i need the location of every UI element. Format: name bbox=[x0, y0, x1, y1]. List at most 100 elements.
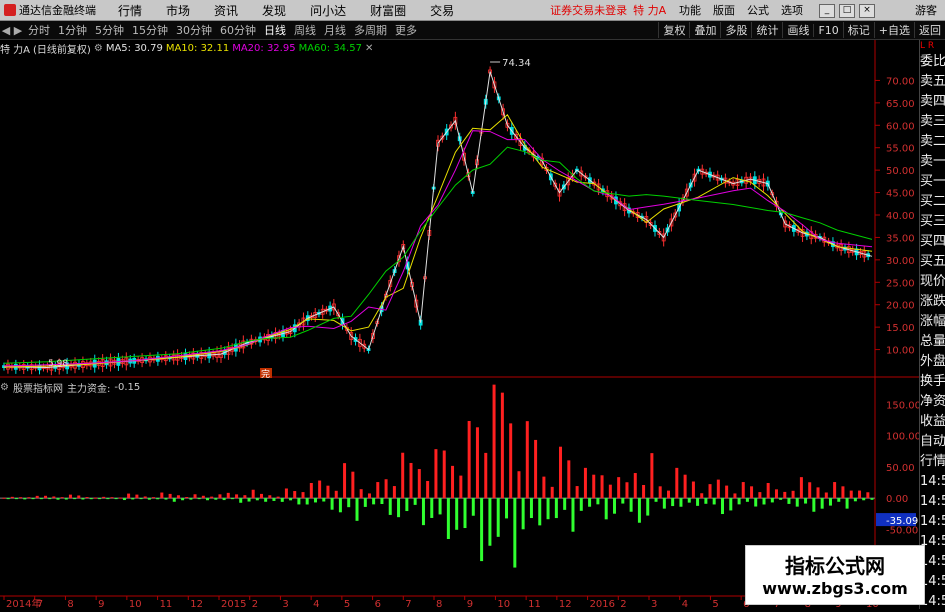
money-flow-bar bbox=[372, 498, 376, 505]
price-tick-label: 15.00 bbox=[886, 323, 915, 334]
indicator-tick-label: -50.00 bbox=[886, 525, 918, 536]
side-item: 自动 bbox=[920, 434, 945, 449]
money-flow-bar bbox=[791, 490, 795, 499]
money-flow-bar bbox=[430, 498, 434, 518]
money-flow-bar bbox=[388, 498, 392, 515]
money-flow-bar bbox=[98, 498, 102, 500]
money-flow-bar bbox=[596, 498, 600, 505]
money-flow-bar bbox=[359, 489, 363, 499]
money-flow-bar bbox=[326, 485, 330, 499]
money-flow-bar bbox=[754, 498, 758, 507]
money-flow-bar bbox=[64, 498, 68, 500]
side-item: 卖三 bbox=[920, 114, 945, 129]
money-flow-bar bbox=[500, 392, 504, 499]
money-flow-bar bbox=[401, 452, 405, 499]
time-tick-label: 7 bbox=[37, 599, 43, 609]
money-flow-bar bbox=[409, 462, 413, 499]
money-flow-bar bbox=[106, 498, 110, 500]
money-flow-bar bbox=[675, 467, 679, 499]
money-flow-bar bbox=[488, 498, 492, 546]
money-flow-bar bbox=[77, 495, 81, 499]
time-tick-label: 3 bbox=[282, 599, 288, 609]
price-tick-label: 45.00 bbox=[886, 189, 915, 200]
money-flow-bar bbox=[27, 497, 31, 499]
price-tick-label: 25.00 bbox=[886, 278, 915, 289]
money-flow-bar bbox=[131, 498, 135, 500]
money-flow-bar bbox=[438, 498, 442, 515]
money-flow-bar bbox=[774, 489, 778, 499]
money-flow-bar bbox=[704, 498, 708, 504]
price-tick-label: 55.00 bbox=[886, 144, 915, 155]
money-flow-bar bbox=[662, 498, 666, 509]
watermark: 指标公式网 www.zbgs3.com bbox=[745, 545, 925, 605]
price-tick-label: 20.00 bbox=[886, 301, 915, 312]
money-flow-bar bbox=[758, 492, 762, 499]
money-flow-bar bbox=[820, 498, 824, 509]
money-flow-bar bbox=[272, 498, 276, 501]
money-flow-bar bbox=[567, 460, 571, 499]
money-flow-bar bbox=[413, 498, 417, 505]
money-flow-bar bbox=[696, 498, 700, 506]
money-flow-bar bbox=[837, 498, 841, 502]
time-tick-label: 11 bbox=[160, 599, 173, 609]
side-item: 买三 bbox=[920, 214, 945, 229]
side-lr-toggle[interactable]: L R bbox=[920, 40, 945, 52]
money-flow-bar bbox=[841, 486, 845, 499]
money-flow-bar bbox=[513, 498, 517, 568]
money-flow-bar bbox=[505, 498, 509, 519]
side-item: 现价 bbox=[920, 274, 945, 289]
money-flow-bar bbox=[247, 498, 251, 502]
money-flow-bar bbox=[588, 498, 592, 507]
money-flow-bar bbox=[89, 498, 93, 500]
ma20-line bbox=[3, 130, 873, 367]
money-flow-bar bbox=[10, 496, 14, 499]
price-tick-label: 30.00 bbox=[886, 256, 915, 267]
money-flow-bar bbox=[467, 420, 471, 499]
money-flow-bar bbox=[808, 482, 812, 499]
money-flow-bar bbox=[309, 482, 313, 499]
chart-canvas[interactable]: 70.0065.0060.0055.0050.0045.0040.0035.00… bbox=[0, 0, 945, 609]
time-tick-label: 2015 bbox=[221, 599, 246, 609]
money-flow-bar bbox=[828, 498, 832, 506]
money-flow-bar bbox=[700, 493, 704, 499]
money-flow-bar bbox=[255, 498, 259, 501]
side-item: 买二 bbox=[920, 194, 945, 209]
price-tick-label: 35.00 bbox=[886, 233, 915, 244]
ma5-line bbox=[3, 71, 873, 369]
money-flow-bar bbox=[799, 477, 803, 499]
money-flow-bar bbox=[625, 482, 629, 499]
money-flow-bar bbox=[363, 498, 367, 507]
time-tick-label: 7 bbox=[405, 599, 411, 609]
money-flow-bar bbox=[538, 498, 542, 526]
money-flow-bar bbox=[604, 498, 608, 520]
money-flow-bar bbox=[351, 471, 355, 499]
money-flow-bar bbox=[608, 484, 612, 499]
money-flow-bar bbox=[301, 492, 305, 499]
money-flow-bar bbox=[642, 484, 646, 499]
money-flow-bar bbox=[39, 498, 43, 500]
money-flow-bar bbox=[787, 498, 791, 504]
money-flow-bar bbox=[866, 492, 870, 499]
money-flow-bar bbox=[455, 498, 459, 530]
money-flow-bar bbox=[392, 486, 396, 499]
money-flow-bar bbox=[451, 465, 455, 499]
money-flow-bar bbox=[56, 498, 60, 500]
money-flow-bar bbox=[330, 498, 334, 510]
price-tick-label: 10.00 bbox=[886, 346, 915, 357]
money-flow-bar bbox=[268, 495, 272, 499]
indicator-tick-label: 50.00 bbox=[886, 463, 915, 474]
money-flow-bar bbox=[542, 476, 546, 499]
money-flow-bar bbox=[534, 439, 538, 499]
side-item: 换手 bbox=[920, 374, 945, 389]
watermark-title: 指标公式网 bbox=[785, 554, 885, 578]
money-flow-bar bbox=[14, 498, 18, 500]
money-flow-bar bbox=[276, 496, 280, 499]
money-flow-bar bbox=[197, 498, 201, 500]
side-item: 总量 bbox=[920, 334, 945, 349]
money-flow-bar bbox=[376, 482, 380, 499]
money-flow-bar bbox=[201, 495, 205, 499]
money-flow-bar bbox=[559, 446, 563, 499]
money-flow-bar bbox=[475, 427, 479, 499]
money-flow-bar bbox=[60, 497, 64, 499]
money-flow-bar bbox=[496, 498, 500, 537]
